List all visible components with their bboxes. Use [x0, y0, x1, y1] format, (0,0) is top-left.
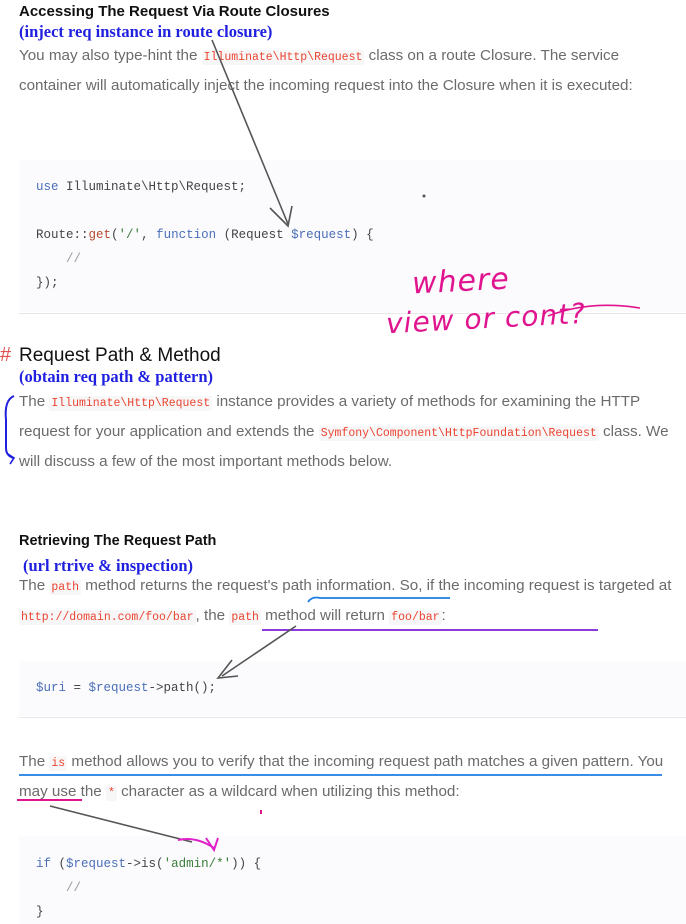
code-line-uri: $uri = $request->path();	[36, 681, 217, 695]
inline-code-path: path	[49, 580, 81, 595]
code-line-close: }	[36, 905, 44, 919]
bracket-annotation	[4, 395, 15, 459]
inline-code-request-class: Illuminate\Http\Request	[49, 396, 213, 411]
anchor-hash-icon[interactable]: #	[0, 344, 11, 367]
bracket-arrow-head	[7, 453, 16, 465]
annotation-note-inject: (inject req instance in route closure)	[19, 22, 273, 41]
inline-code-url: http://domain.com/foo/bar	[19, 610, 196, 625]
section-heading-path-method: Request Path & Method	[19, 345, 221, 366]
code-line-comment: //	[66, 252, 82, 266]
handwriting-where: where	[411, 261, 511, 302]
paragraph-request-path: The path method returns the request's pa…	[19, 577, 672, 625]
divider	[19, 717, 686, 718]
code-block-route-closure: use Illuminate\Http\Request; Route::get(…	[19, 160, 686, 312]
inline-code-path: path	[229, 610, 261, 625]
paragraph-route-closures: You may also type-hint the Illuminate\Ht…	[19, 47, 633, 94]
code-line-if: if ($request->is('admin/*')) {	[36, 857, 262, 871]
code-line-use: use Illuminate\Http\Request;	[36, 180, 247, 194]
code-line-close: });	[36, 276, 59, 290]
inline-code-symfony-request: Symfony\Component\HttpFoundation\Request	[318, 426, 599, 441]
code-block-path: $uri = $request->path();	[19, 661, 686, 716]
section-heading-route-closures: Accessing The Request Via Route Closures	[19, 3, 330, 20]
inline-code-request-class: Illuminate\Http\Request	[201, 50, 365, 65]
inline-code-is: is	[49, 756, 68, 771]
code-line-route: Route::get('/', function (Request $reque…	[36, 228, 374, 242]
inline-code-star: *	[105, 786, 117, 801]
paragraph-path-method: The Illuminate\Http\Request instance pro…	[19, 393, 669, 470]
code-block-is: if ($request->is('admin/*')) { // }	[19, 836, 686, 924]
section-heading-request-path: Retrieving The Request Path	[19, 533, 217, 549]
annotation-note-obtain: (obtain req path & pattern)	[19, 367, 214, 386]
paragraph-is-method: The is method allows you to verify that …	[19, 753, 664, 801]
inline-code-foo-bar: foo/bar	[389, 610, 442, 625]
code-line-comment: //	[66, 881, 82, 895]
